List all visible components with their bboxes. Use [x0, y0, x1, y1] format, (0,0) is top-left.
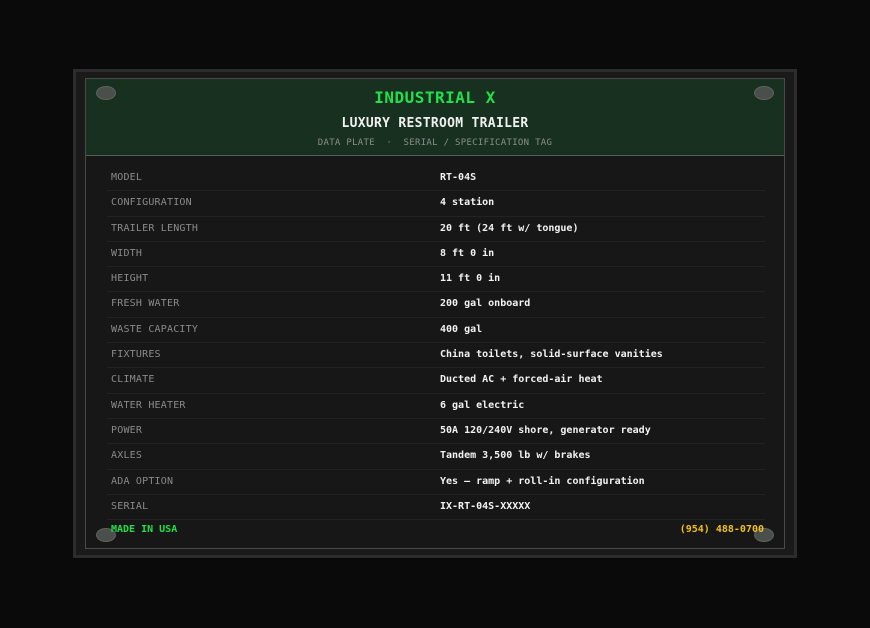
spec-row: SERIAL IX-RT-04S-XXXXX — [107, 495, 765, 521]
spec-row: WIDTH 8 ft 0 in — [107, 242, 765, 268]
spec-value: IX-RT-04S-XXXXX — [440, 500, 531, 512]
plate-tagline: DATA PLATE · SERIAL / SPECIFICATION TAG — [317, 138, 553, 148]
spec-row: WASTE CAPACITY 400 gal — [107, 318, 765, 344]
spec-label: WASTE CAPACITY — [111, 323, 199, 335]
spec-table: MODEL RT-04S CONFIGURATION 4 station TRAILER… — [107, 166, 765, 521]
spec-row: FIXTURES China toilets, solid-surface van… — [107, 343, 765, 369]
spec-row: TRAILER LENGTH 20 ft (24 ft w/ tongue) — [107, 217, 765, 242]
spec-value: 11 ft 0 in — [440, 273, 501, 285]
spec-row: MODEL RT-04S — [107, 166, 765, 192]
spec-row: CONFIGURATION 4 station — [107, 191, 765, 217]
spec-label: SERIAL — [111, 500, 149, 512]
spec-row: AXLES Tandem 3,500 lb w/ brakes — [107, 444, 765, 470]
spec-label: CLIMATE — [111, 374, 155, 386]
spec-label: HEIGHT — [111, 273, 149, 285]
spec-label: FRESH WATER — [111, 298, 180, 310]
spec-value: Tandem 3,500 lb w/ brakes — [440, 450, 591, 462]
spec-value: 400 gal — [440, 323, 483, 335]
spec-value: China toilets, solid-surface vanities — [440, 349, 663, 361]
spec-row: FRESH WATER 200 gal onboard — [107, 292, 765, 318]
rivet-top-right-icon — [754, 86, 774, 100]
spec-value: 4 station — [440, 197, 495, 209]
spec-value: 200 gal onboard — [440, 298, 531, 310]
spec-label: WATER HEATER — [111, 399, 186, 411]
spec-row: HEIGHT 11 ft 0 in — [107, 267, 765, 293]
spec-label: POWER — [111, 424, 143, 436]
spec-row: ADA OPTION Yes — ramp + roll-in configura… — [107, 470, 765, 495]
rivet-top-left-icon — [96, 86, 116, 100]
spec-label: ADA OPTION — [111, 475, 174, 487]
spec-value: 6 gal electric — [440, 399, 525, 411]
spec-value: Ducted AC + forced-air heat — [440, 374, 603, 386]
spec-value: Yes — ramp + roll-in configuration — [440, 475, 645, 487]
spec-label: AXLES — [111, 450, 143, 462]
spec-label: CONFIGURATION — [111, 197, 192, 209]
spec-value: RT-04S — [440, 172, 477, 183]
spec-row: WATER HEATER 6 gal electric — [107, 394, 765, 419]
spec-label: WIDTH — [111, 247, 143, 259]
spec-value: 8 ft 0 in — [440, 247, 495, 259]
product-subtitle: LUXURY RESTROOM TRAILER — [341, 116, 529, 131]
phone-number: (954) 488-0700 — [679, 524, 764, 535]
brand-title: INDUSTRIAL X — [374, 88, 496, 107]
spec-label: FIXTURES — [111, 349, 161, 361]
spec-value: 20 ft (24 ft w/ tongue) — [440, 222, 579, 234]
made-in-usa-label: MADE IN USA — [111, 524, 178, 535]
plate-header: INDUSTRIAL X LUXURY RESTROOM TRAILER DAT… — [86, 79, 784, 156]
spec-value: 50A 120/240V shore, generator ready — [440, 424, 651, 436]
spec-row: POWER 50A 120/240V shore, generator ready — [107, 419, 765, 445]
spec-label: MODEL — [111, 172, 143, 183]
spec-row: CLIMATE Ducted AC + forced-air heat — [107, 368, 765, 394]
data-plate: INDUSTRIAL X LUXURY RESTROOM TRAILER DAT… — [85, 78, 785, 549]
spec-label: TRAILER LENGTH — [111, 222, 199, 234]
